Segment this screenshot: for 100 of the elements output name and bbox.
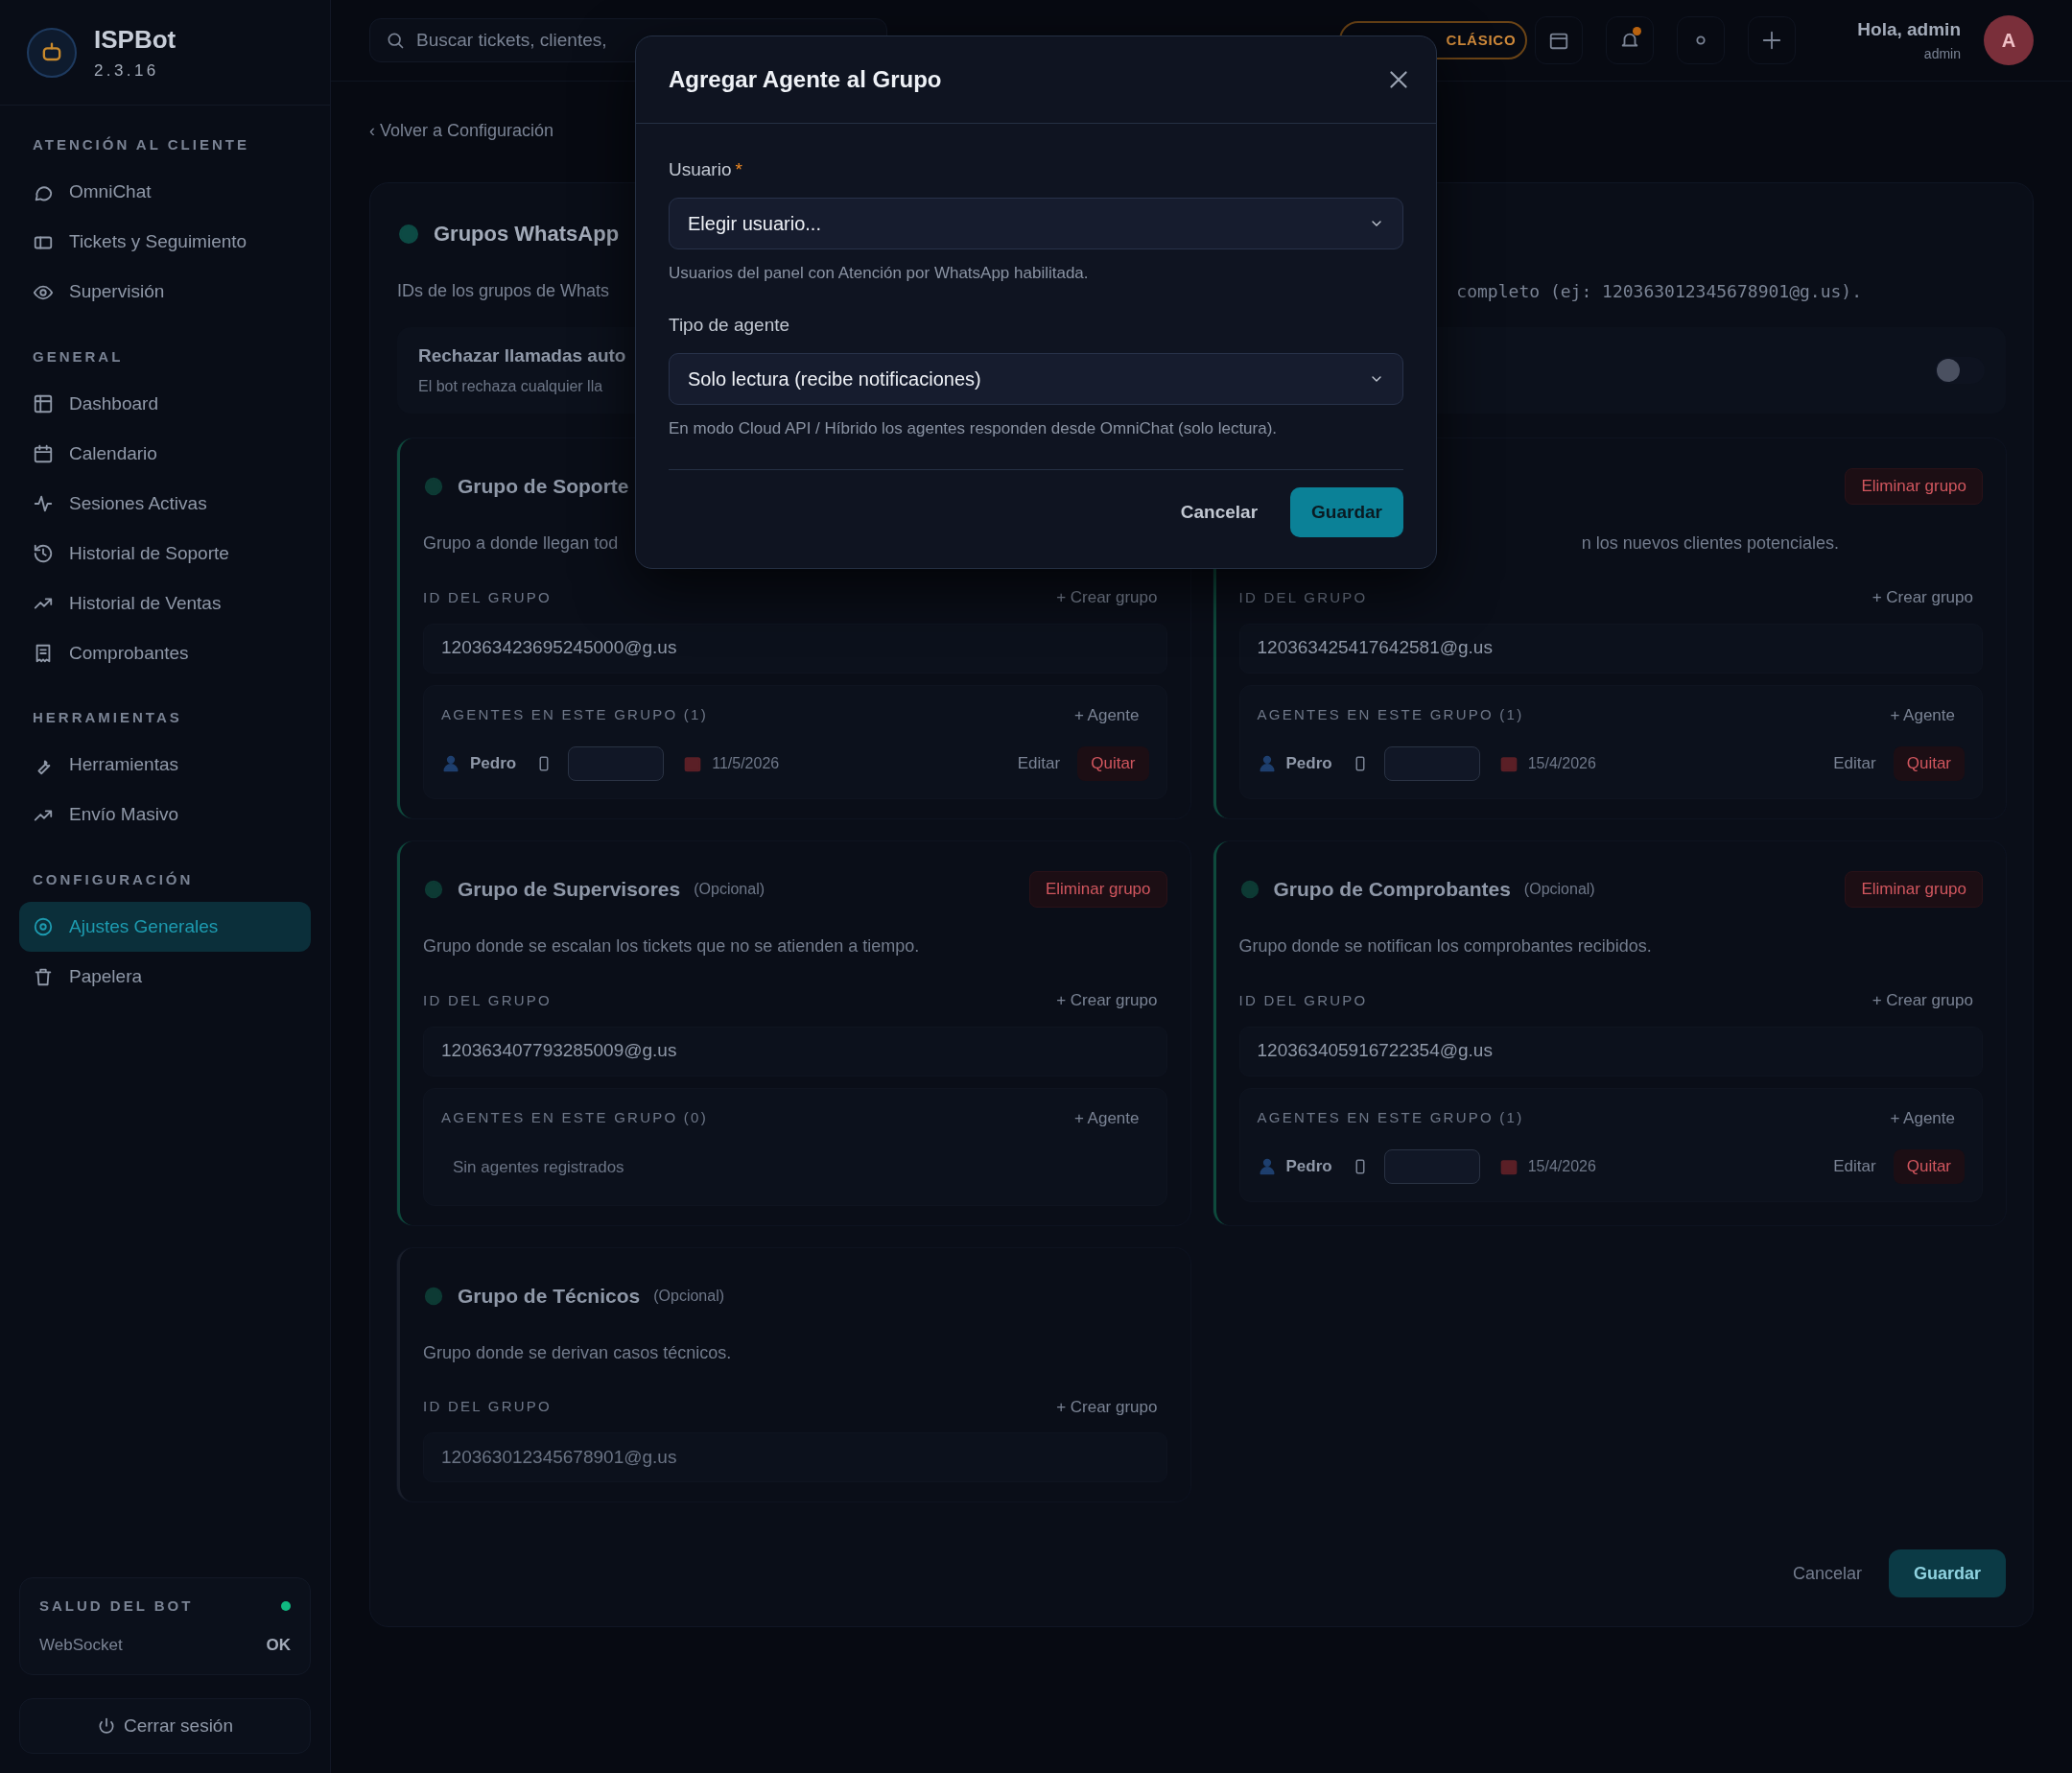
group-id-field[interactable]: 120363425417642581@g.us [1238,623,1983,674]
power-icon [96,1716,116,1736]
sidebar-item[interactable]: Calendario [19,429,311,479]
section-heading: ATENCIÓN AL CLIENTE [32,135,250,154]
agents-heading: AGENTES EN ESTE GRUPO (1) [1257,705,1524,724]
group-title: Grupo de Técnicos [458,1283,641,1309]
agent-field[interactable] [568,746,665,781]
required-mark: * [735,158,742,181]
create-group-link[interactable]: + Crear grupo [1056,585,1158,610]
agents-heading: AGENTES EN ESTE GRUPO (1) [1257,1108,1524,1127]
add-agent-link[interactable]: + Agente [1073,1105,1140,1130]
logout-button[interactable]: Cerrar sesión [19,1698,311,1754]
sidebar-item[interactable]: Papelera [19,952,311,1002]
create-group-link[interactable]: + Crear grupo [1872,988,1973,1013]
optional-label: (Opcional) [653,1286,724,1306]
avatar[interactable]: A [1984,15,2034,65]
field-hint: En modo Cloud API / Híbrido los agentes responden desde OmniChat (solo lectura). [669,417,1279,439]
whatsapp-icon [1238,879,1260,900]
group-description: Grupo donde se escalan los tickets que no se atienden a tiempo. [423,935,921,957]
whatsapp-icon [397,222,420,246]
cancel-button[interactable]: Cancelar [1792,1560,1862,1587]
sidebar-item[interactable]: Historial de Ventas [19,579,311,628]
pulse-icon [33,493,54,514]
create-group-link[interactable]: + Crear grupo [1056,988,1158,1013]
create-group-link[interactable]: + Crear grupo [1872,585,1973,610]
group-description: Grupo a donde llegan tod [423,532,620,555]
agent-name: Pedro [470,753,517,775]
bell-button[interactable] [1606,16,1655,64]
field-label: ID DEL GRUPO [1238,587,1368,607]
health-title: SALUD DEL BOT [39,1596,194,1616]
grid-icon [33,393,54,414]
calendar-button[interactable] [1535,16,1584,64]
sidebar-item[interactable]: Dashboard [19,379,311,429]
sidebar-item[interactable]: Ajustes Generales [19,902,311,952]
edit-button[interactable]: Editar [1825,1154,1884,1179]
save-button[interactable]: Guardar [1290,487,1403,537]
field-hint: Usuarios del panel con Atención por WhatsApp habilitada. [669,262,1090,284]
whatsapp-icon [423,879,444,900]
remove-button[interactable]: Quitar [1077,746,1149,781]
add-agent-link[interactable]: + Agente [1073,702,1140,727]
history-icon [33,543,54,564]
save-button[interactable]: Guardar [1888,1549,2006,1597]
agents-heading: AGENTES EN ESTE GRUPO (0) [441,1108,708,1127]
empty-message: Sin agentes registrados [453,1157,625,1178]
group-id-field[interactable]: 120363405916722354@g.us [1238,1026,1983,1076]
user-role: admin [1923,44,1961,63]
add-agent-link[interactable]: + Agente [1890,702,1955,727]
delete-group-button[interactable]: Eliminar grupo [1028,871,1167,908]
group-description: Grupo donde se derivan casos técnicos. [423,1341,733,1364]
person-icon [1257,1157,1277,1176]
brand-name: ISPBot [94,24,177,57]
toggle-hint: El bot rechaza cualquier lla [418,377,603,397]
group-title: Grupo de Comprobantes [1273,877,1511,903]
panel-title: Grupos WhatsApp [434,221,620,248]
toggle-switch[interactable] [1935,357,1985,384]
agents-heading: AGENTES EN ESTE GRUPO (1) [441,705,708,724]
health-label: WebSocket [39,1634,123,1656]
create-group-link[interactable]: + Crear grupo [1056,1394,1158,1419]
sidebar-item[interactable]: Tickets y Seguimiento [19,217,311,268]
section-heading: GENERAL [32,346,125,366]
agent-field[interactable] [1383,1149,1480,1184]
group-id-field[interactable]: 120363407793285009@g.us [423,1026,1167,1076]
agent-field[interactable] [1383,746,1480,781]
agent-name: Pedro [1285,1156,1332,1178]
sidebar-item[interactable]: Comprobantes [19,628,311,678]
sidebar-item[interactable]: Historial de Soporte [19,529,311,579]
edit-button[interactable]: Editar [1825,751,1884,776]
cancel-button[interactable]: Cancelar [1180,498,1259,527]
field-label: Usuario [669,158,732,181]
toggle-label: Rechazar llamadas auto [418,343,626,367]
sidebar-item[interactable]: Supervisión [19,267,311,318]
group-id-field[interactable]: 120363012345678901@g.us [423,1432,1167,1482]
field-label: ID DEL GRUPO [423,587,552,607]
section-heading: HERRAMIENTAS [32,708,183,727]
remove-button[interactable]: Quitar [1893,746,1965,781]
agent-date: 15/4/2026 [1527,1157,1596,1176]
section-heading: CONFIGURACIÓN [32,869,195,889]
group-id-field[interactable]: 120363423695245000@g.us [423,623,1167,674]
user-greeting: Hola, admin [1857,18,1961,42]
sidebar-item[interactable]: OmniChat [19,167,311,218]
agent-name: Pedro [1285,753,1332,775]
select-field[interactable]: Elegir usuario... [669,197,1403,249]
delete-group-button[interactable]: Eliminar grupo [1845,871,1983,908]
optional-label: (Opcional) [1523,880,1595,899]
panel-description: completo (ej: 120363012345678901@g.us). [1456,280,1862,303]
person-icon [1257,754,1277,773]
search-icon [386,31,405,50]
whatsapp-icon [423,1285,444,1307]
sidebar-item[interactable]: Herramientas [19,740,311,791]
edit-button[interactable]: Editar [1009,751,1069,776]
group-title: Grupo de Soporte [458,474,629,500]
sidebar-item[interactable]: Sesiones Activas [19,479,311,529]
agent-date: 11/5/2026 [712,754,780,773]
select-field[interactable]: Solo lectura (recibe notificaciones) [669,352,1403,405]
sidebar-item[interactable]: Envío Masivo [19,790,311,840]
remove-button[interactable]: Quitar [1893,1149,1965,1184]
trash-icon [33,966,54,987]
add-agent-link[interactable]: + Agente [1890,1105,1955,1130]
delete-group-button[interactable]: Eliminar grupo [1845,468,1983,505]
gear-icon [33,916,54,937]
